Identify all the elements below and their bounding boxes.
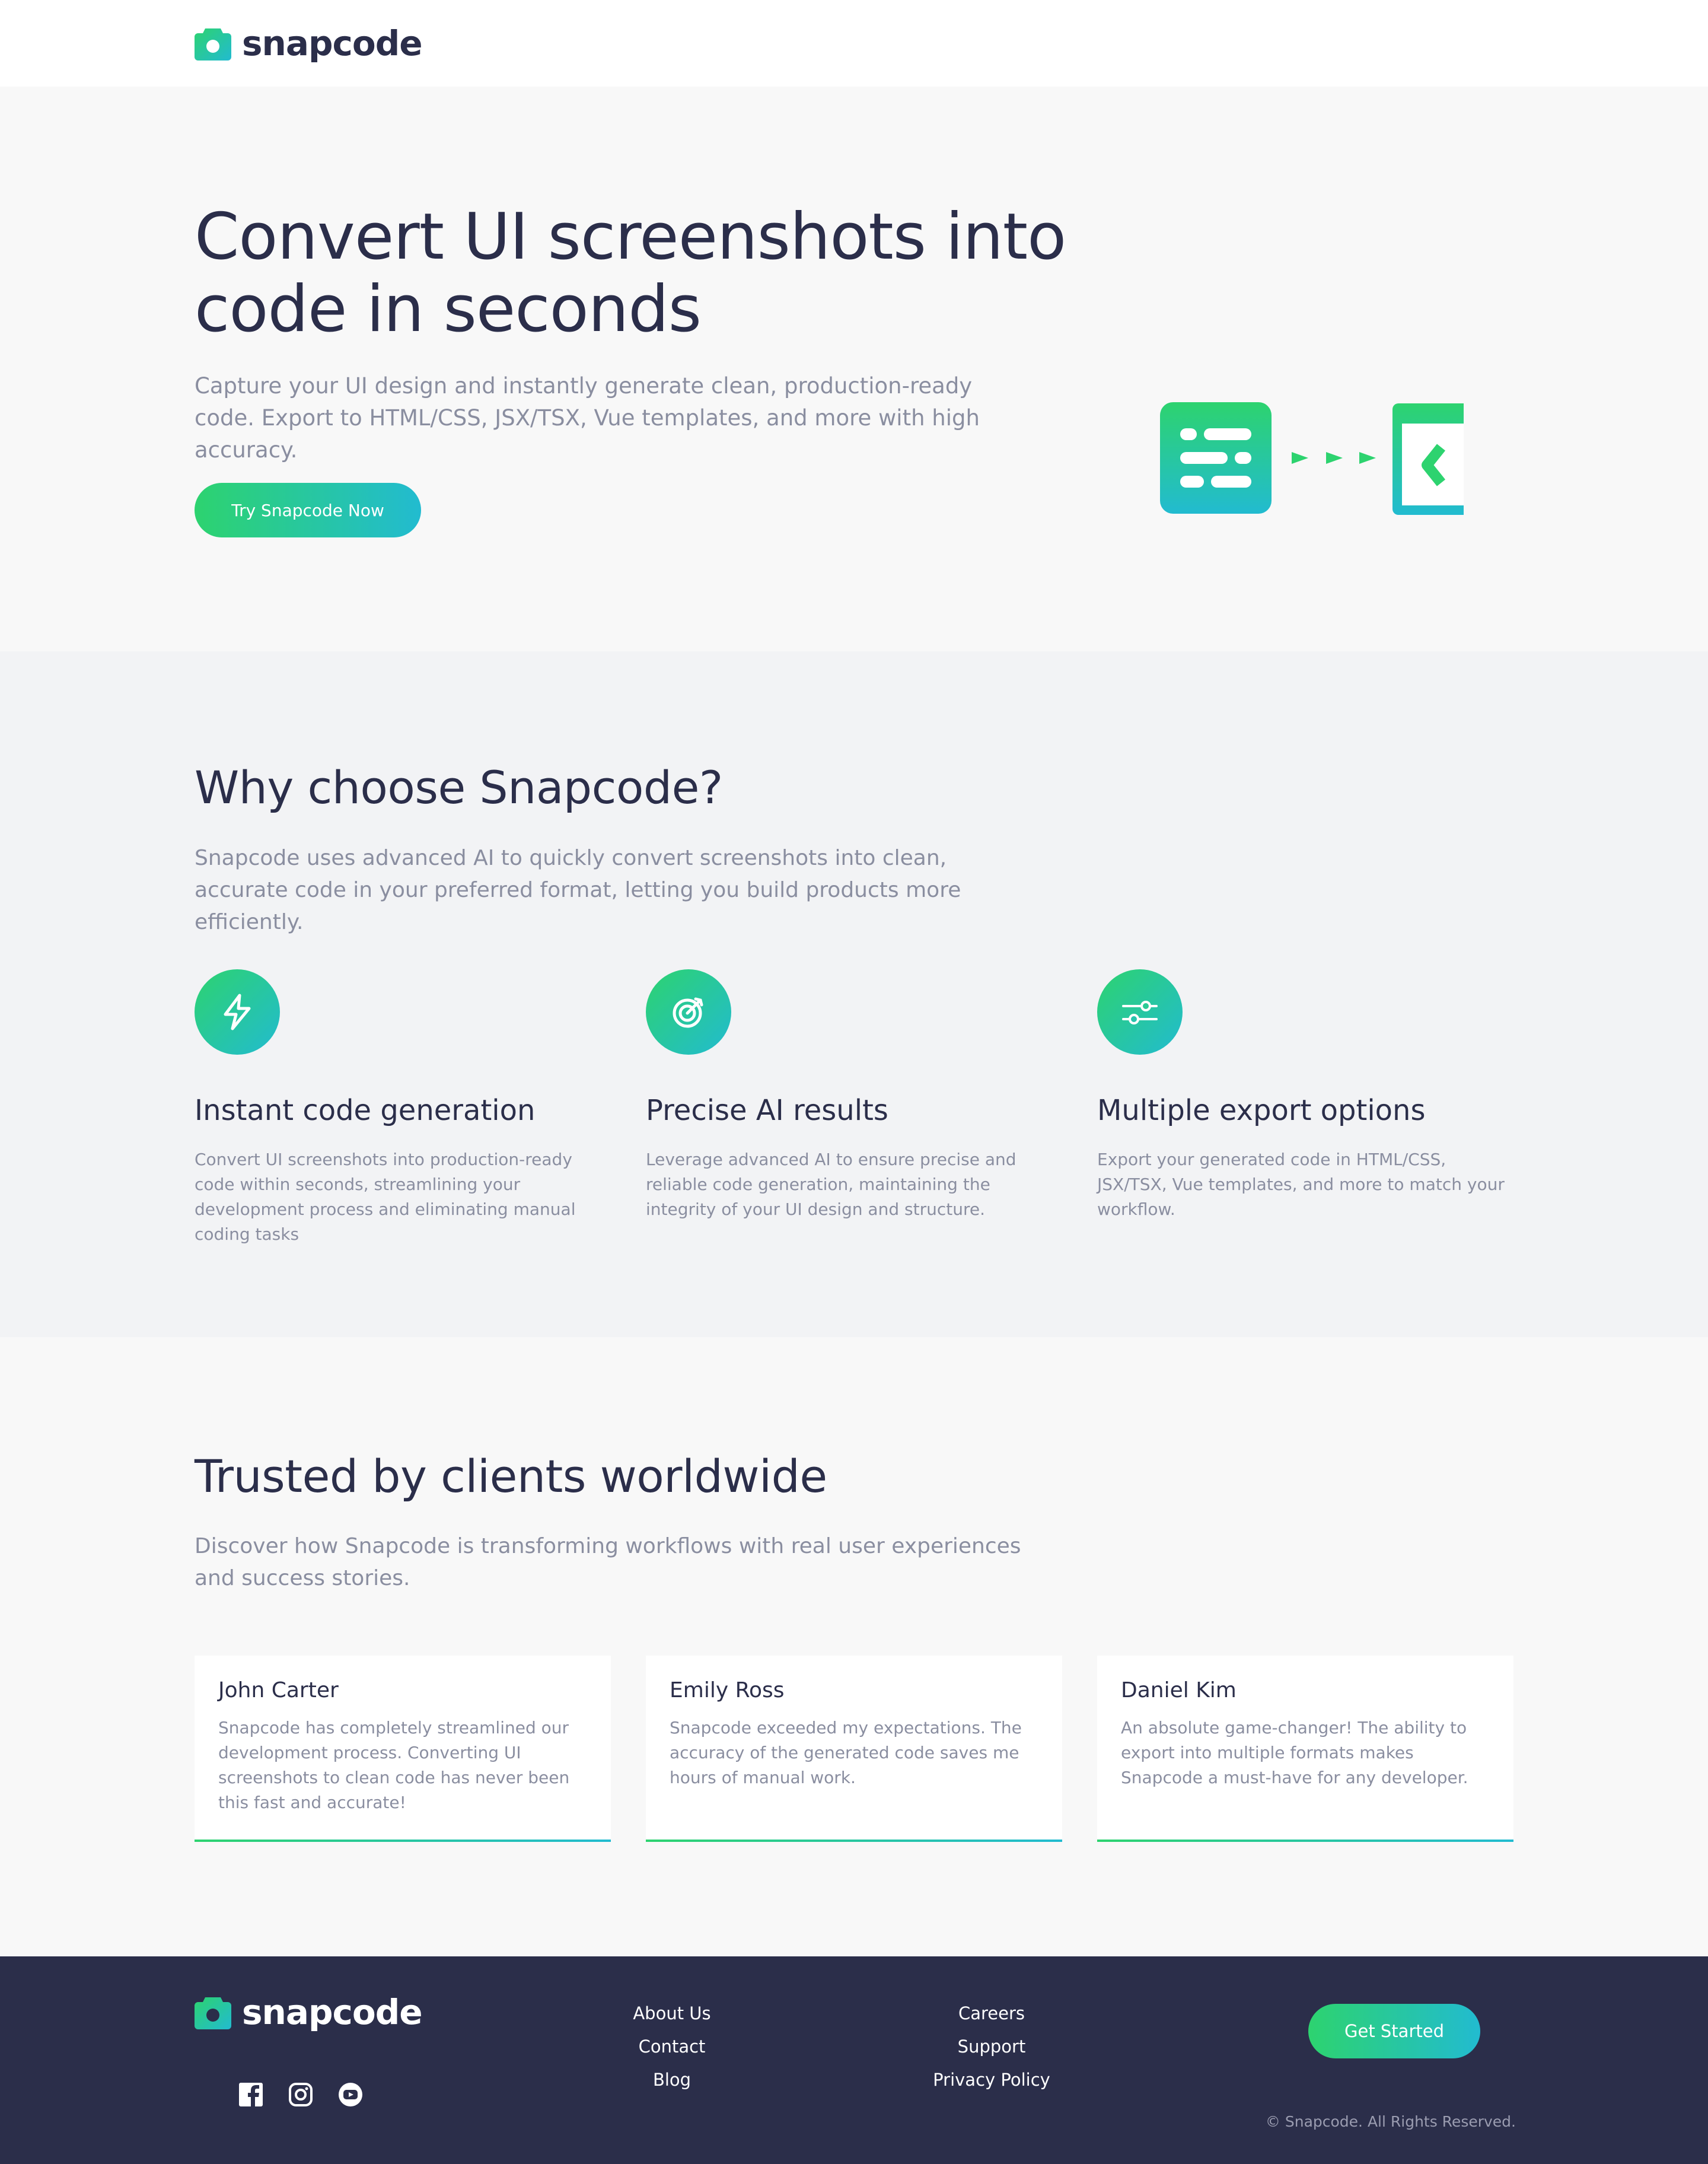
code-window-icon — [1392, 403, 1464, 515]
hero-section: Convert UI screenshots into code in seco… — [0, 87, 1708, 651]
instagram-icon — [289, 2083, 313, 2106]
testimonial-author: John Carter — [218, 1678, 339, 1702]
header-logo[interactable]: snapcode — [195, 23, 423, 63]
footer-links-col2: Careers Support Privacy Policy — [903, 1997, 1081, 2096]
feature-text: Convert UI screenshots into production-r… — [195, 1150, 576, 1244]
footer-link-support[interactable]: Support — [903, 2030, 1081, 2063]
footer-links-col1: About Us Contact Blog — [583, 1997, 761, 2096]
facebook-link[interactable] — [237, 2081, 265, 2111]
feature-icon-badge — [195, 969, 280, 1055]
sliders-icon — [1122, 1001, 1158, 1024]
hero-description: Capture your UI design and instantly gen… — [195, 373, 980, 463]
testimonial-author: Emily Ross — [670, 1678, 785, 1702]
feature-icon-badge — [646, 969, 731, 1055]
feature-icon-badge — [1097, 969, 1183, 1055]
hero-title: Convert UI screenshots into code in seco… — [195, 200, 1066, 346]
youtube-link[interactable] — [337, 2081, 364, 2111]
feature-card: Instant code generation Convert UI scree… — [195, 969, 610, 1247]
instagram-link[interactable] — [287, 2081, 314, 2111]
footer-link-blog[interactable]: Blog — [583, 2063, 761, 2096]
facebook-icon — [239, 2083, 263, 2106]
footer-link-contact[interactable]: Contact — [583, 2030, 761, 2063]
copyright-text: © Snapcode. All Rights Reserved. — [1265, 2113, 1516, 2130]
youtube-icon — [339, 2083, 362, 2106]
target-icon — [673, 997, 703, 1028]
testimonial-author: Daniel Kim — [1121, 1678, 1237, 1702]
arrows-icon — [1292, 452, 1376, 464]
footer-link-privacy-policy[interactable]: Privacy Policy — [903, 2063, 1081, 2096]
footer-link-about-us[interactable]: About Us — [583, 1997, 761, 2030]
testimonial-card: Daniel Kim An absolute game-changer! The… — [1097, 1656, 1513, 1842]
testimonials-title: Trusted by clients worldwide — [195, 1450, 827, 1503]
lightning-icon — [224, 994, 251, 1030]
site-header: snapcode — [0, 0, 1708, 87]
testimonial-card: Emily Ross Snapcode exceeded my expectat… — [646, 1656, 1062, 1842]
get-started-button[interactable]: Get Started — [1308, 2004, 1480, 2058]
testimonial-quote: Snapcode has completely streamlined our … — [218, 1718, 570, 1812]
feature-title: Multiple export options — [1097, 1094, 1426, 1127]
testimonials-description: Discover how Snapcode is transforming wo… — [195, 1534, 1021, 1590]
camera-logo-icon — [195, 1997, 231, 2029]
feature-card: Precise AI results Leverage advanced AI … — [646, 969, 1061, 1222]
feature-title: Instant code generation — [195, 1094, 536, 1127]
feature-card: Multiple export options Export your gene… — [1097, 969, 1512, 1222]
footer-brand-name: snapcode — [242, 1992, 423, 2032]
hero-illustration — [1160, 402, 1464, 515]
camera-logo-icon — [195, 28, 231, 61]
screenshot-layout-icon — [1160, 402, 1272, 514]
features-title: Why choose Snapcode? — [195, 761, 723, 814]
testimonial-card: John Carter Snapcode has completely stre… — [195, 1656, 611, 1842]
site-footer: snapcode About Us Contact Blog Careers S… — [0, 1956, 1708, 2164]
footer-link-careers[interactable]: Careers — [903, 1997, 1081, 2030]
features-section: Why choose Snapcode? Snapcode uses advan… — [0, 651, 1708, 1337]
features-description: Snapcode uses advanced AI to quickly con… — [195, 846, 961, 934]
social-links — [237, 2081, 364, 2111]
footer-logo[interactable]: snapcode — [195, 1992, 423, 2032]
feature-title: Precise AI results — [646, 1094, 888, 1127]
testimonial-quote: An absolute game-changer! The ability to… — [1121, 1718, 1468, 1787]
feature-text: Leverage advanced AI to ensure precise a… — [646, 1150, 1016, 1219]
try-snapcode-button[interactable]: Try Snapcode Now — [195, 483, 421, 537]
brand-name: snapcode — [242, 23, 423, 63]
feature-text: Export your generated code in HTML/CSS, … — [1097, 1150, 1505, 1219]
testimonial-quote: Snapcode exceeded my expectations. The a… — [670, 1718, 1022, 1787]
testimonials-section: Trusted by clients worldwide Discover ho… — [0, 1337, 1708, 1956]
